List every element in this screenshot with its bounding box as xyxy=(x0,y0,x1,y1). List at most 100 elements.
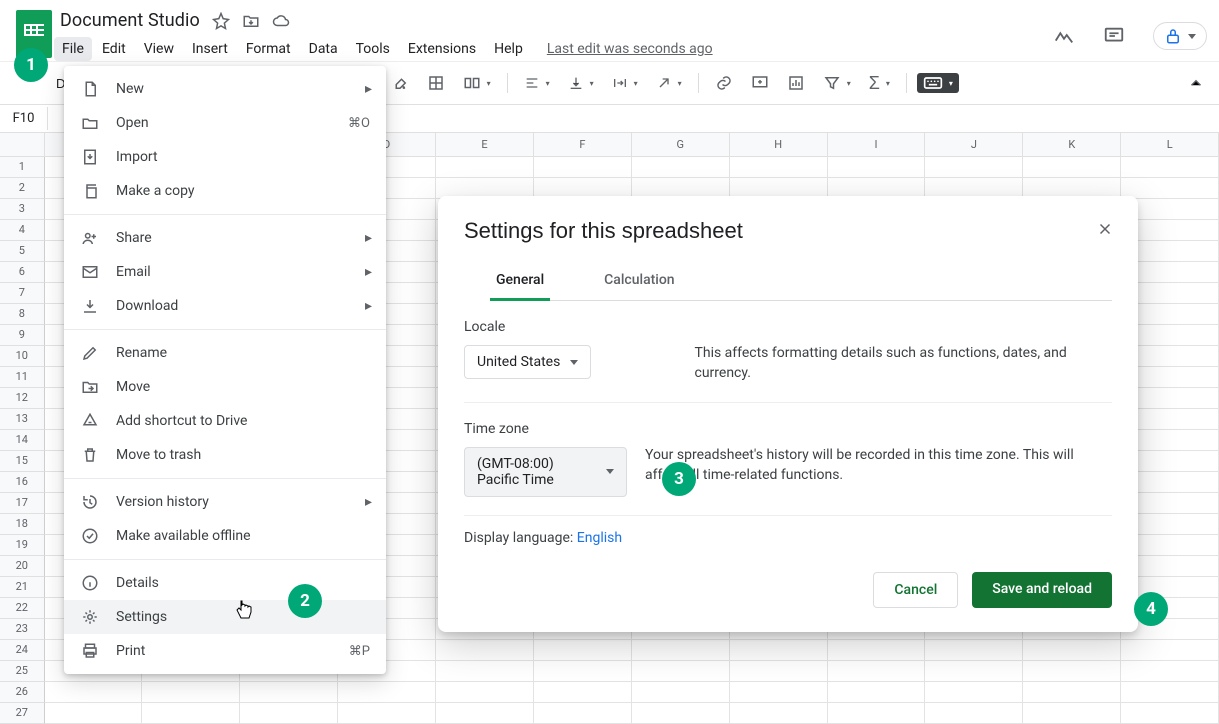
row-header[interactable]: 8 xyxy=(0,304,45,325)
tab-general[interactable]: General xyxy=(490,262,550,301)
cell[interactable] xyxy=(632,157,730,178)
functions-button[interactable]: Σ▾ xyxy=(863,69,896,98)
menu-tools[interactable]: Tools xyxy=(348,37,398,61)
row-header[interactable]: 21 xyxy=(0,577,45,598)
row-header[interactable]: 24 xyxy=(0,640,45,661)
col-header[interactable]: K xyxy=(1023,133,1121,156)
menu-format[interactable]: Format xyxy=(238,37,299,61)
language-link[interactable]: English xyxy=(577,530,622,546)
menu-make-copy[interactable]: Make a copy xyxy=(64,174,386,208)
cell[interactable] xyxy=(632,640,730,661)
col-header[interactable]: J xyxy=(925,133,1023,156)
cell[interactable] xyxy=(534,682,632,703)
cell[interactable] xyxy=(240,703,338,724)
cell[interactable] xyxy=(436,640,534,661)
star-icon[interactable] xyxy=(212,12,230,30)
last-edit-link[interactable]: Last edit was seconds ago xyxy=(547,41,713,57)
cell[interactable] xyxy=(436,682,534,703)
cell[interactable] xyxy=(534,703,632,724)
row-header[interactable]: 14 xyxy=(0,430,45,451)
chart-button[interactable] xyxy=(781,70,811,96)
menu-data[interactable]: Data xyxy=(301,37,346,61)
row-header[interactable]: 12 xyxy=(0,388,45,409)
row-header[interactable]: 1 xyxy=(0,157,45,178)
tab-calculation[interactable]: Calculation xyxy=(598,262,680,300)
col-header[interactable]: H xyxy=(730,133,828,156)
timezone-select[interactable]: (GMT-08:00) Pacific Time xyxy=(464,447,627,497)
menu-offline[interactable]: Make available offline xyxy=(64,519,386,553)
row-header[interactable]: 18 xyxy=(0,514,45,535)
cell[interactable] xyxy=(1121,682,1219,703)
share-button[interactable] xyxy=(1153,22,1207,50)
row-header[interactable]: 27 xyxy=(0,703,45,724)
col-header[interactable]: E xyxy=(436,133,534,156)
cell[interactable] xyxy=(338,703,436,724)
cell[interactable] xyxy=(436,703,534,724)
row-header[interactable]: 20 xyxy=(0,556,45,577)
row-header[interactable]: 25 xyxy=(0,661,45,682)
fill-color-button[interactable] xyxy=(385,70,415,96)
cell[interactable] xyxy=(1121,661,1219,682)
menu-move[interactable]: Move xyxy=(64,370,386,404)
cell[interactable] xyxy=(925,703,1023,724)
row-header[interactable]: 11 xyxy=(0,367,45,388)
cell[interactable] xyxy=(632,661,730,682)
row-header[interactable]: 9 xyxy=(0,325,45,346)
cell[interactable] xyxy=(925,682,1023,703)
cell[interactable] xyxy=(828,661,926,682)
cell[interactable] xyxy=(142,703,240,724)
row-header[interactable]: 3 xyxy=(0,199,45,220)
cell[interactable] xyxy=(240,682,338,703)
cell[interactable] xyxy=(534,640,632,661)
keyboard-button[interactable]: ▾ xyxy=(917,73,959,93)
col-header[interactable]: I xyxy=(828,133,926,156)
cell[interactable] xyxy=(925,157,1023,178)
merge-button[interactable]: ▾ xyxy=(457,70,497,96)
menu-version-history[interactable]: Version history ▸ xyxy=(64,485,386,519)
cell[interactable] xyxy=(730,157,828,178)
v-align-button[interactable]: ▾ xyxy=(562,71,600,95)
select-all-corner[interactable] xyxy=(0,133,45,156)
save-reload-button[interactable]: Save and reload xyxy=(972,572,1112,608)
close-button[interactable] xyxy=(1090,214,1120,244)
cell[interactable] xyxy=(730,661,828,682)
col-header[interactable]: G xyxy=(632,133,730,156)
cell[interactable] xyxy=(632,703,730,724)
cell[interactable] xyxy=(828,703,926,724)
cell[interactable] xyxy=(45,682,143,703)
menu-add-shortcut[interactable]: Add shortcut to Drive xyxy=(64,404,386,438)
col-header[interactable]: F xyxy=(534,133,632,156)
row-header[interactable]: 4 xyxy=(0,220,45,241)
menu-trash[interactable]: Move to trash xyxy=(64,438,386,472)
menu-share[interactable]: Share ▸ xyxy=(64,221,386,255)
cell[interactable] xyxy=(828,640,926,661)
cell[interactable] xyxy=(1121,178,1219,199)
cell[interactable] xyxy=(1023,661,1121,682)
locale-select[interactable]: United States xyxy=(464,345,591,379)
cell[interactable] xyxy=(632,682,730,703)
col-header[interactable]: L xyxy=(1121,133,1219,156)
menu-help[interactable]: Help xyxy=(486,37,531,61)
cell[interactable] xyxy=(730,640,828,661)
cell[interactable] xyxy=(1023,682,1121,703)
cell[interactable] xyxy=(534,157,632,178)
cell[interactable] xyxy=(1121,157,1219,178)
comments-icon[interactable] xyxy=(1103,25,1125,47)
h-align-button[interactable]: ▾ xyxy=(518,71,556,95)
name-box[interactable]: F10 xyxy=(0,107,48,130)
menu-details[interactable]: Details xyxy=(64,566,386,600)
cloud-status-icon[interactable] xyxy=(272,12,290,30)
row-header[interactable]: 17 xyxy=(0,493,45,514)
menu-extensions[interactable]: Extensions xyxy=(400,37,484,61)
cell[interactable] xyxy=(45,703,143,724)
row-header[interactable]: 22 xyxy=(0,598,45,619)
menu-open[interactable]: Open ⌘O xyxy=(64,106,386,140)
borders-button[interactable] xyxy=(421,70,451,96)
menu-import[interactable]: Import xyxy=(64,140,386,174)
menu-print[interactable]: Print ⌘P xyxy=(64,634,386,668)
menu-insert[interactable]: Insert xyxy=(184,37,236,61)
cell[interactable] xyxy=(730,703,828,724)
menu-rename[interactable]: Rename xyxy=(64,336,386,370)
cell[interactable] xyxy=(1121,703,1219,724)
document-title[interactable]: Document Studio xyxy=(60,10,200,31)
